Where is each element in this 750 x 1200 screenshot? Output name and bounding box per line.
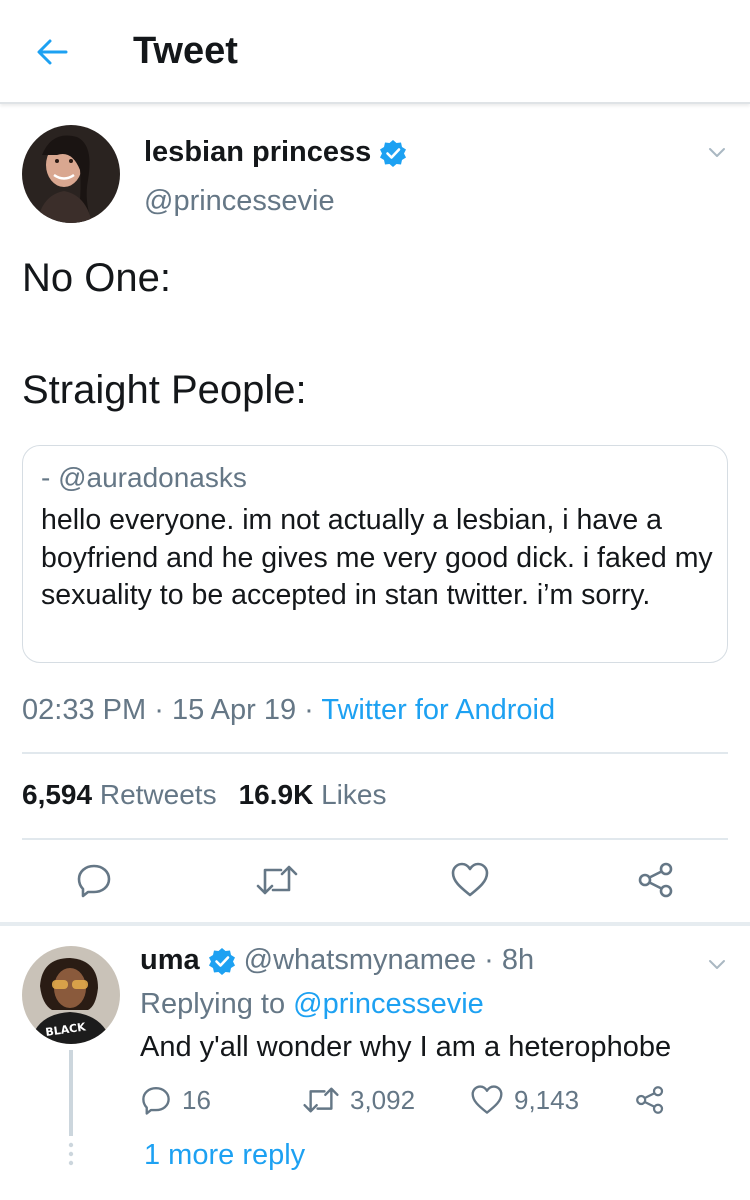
more-replies-link[interactable]: 1 more reply — [144, 1139, 305, 1172]
reply-author-avatar[interactable]: BLACK — [22, 946, 120, 1044]
divider — [22, 752, 728, 754]
likes-count: 16.9K — [238, 779, 314, 810]
reply-retweet-button[interactable]: 3,092 — [302, 1082, 415, 1118]
back-button[interactable] — [30, 32, 74, 72]
arrow-left-icon — [37, 39, 68, 65]
top-bar: Tweet — [0, 0, 750, 104]
verified-badge-icon — [208, 947, 236, 975]
tweet-date: 15 Apr 19 — [171, 694, 297, 726]
reply-reply-button[interactable]: 16 — [140, 1082, 211, 1118]
like-button[interactable] — [448, 858, 492, 902]
tweet-menu-button[interactable] — [702, 140, 732, 164]
tweet-source-link[interactable]: Twitter for Android — [321, 694, 555, 726]
reply-retweet-count: 3,092 — [350, 1084, 416, 1115]
reply-count: 16 — [182, 1084, 211, 1115]
author-avatar[interactable] — [22, 125, 120, 223]
retweets-label: Retweets — [99, 779, 217, 810]
replying-to: Replying to @princessevie — [140, 988, 484, 1021]
like-icon — [471, 1085, 503, 1114]
thread-dots — [66, 1140, 76, 1170]
reply-author-name[interactable]: uma — [140, 944, 200, 977]
reply-author-handle[interactable]: @whatsmynamee — [244, 944, 477, 977]
tweet-text-line-2: Straight People: — [22, 368, 307, 412]
reply-like-count: 9,143 — [514, 1084, 580, 1115]
retweets-count: 6,594 — [22, 779, 93, 810]
chevron-down-icon — [709, 148, 725, 157]
quote-handle: - @auradonasks — [41, 462, 247, 493]
verified-badge-icon — [379, 139, 407, 167]
reply-icon — [142, 1087, 170, 1115]
share-icon — [636, 1086, 664, 1114]
share-icon — [638, 862, 673, 898]
replying-to-mention[interactable]: @princessevie — [293, 988, 484, 1020]
divider — [22, 838, 728, 840]
thread-line — [69, 1050, 73, 1136]
retweet-icon — [303, 1087, 339, 1113]
like-icon — [451, 862, 489, 897]
tweet-text-line-1: No One: — [22, 256, 171, 300]
replying-prefix: Replying to — [140, 988, 286, 1020]
reply-header: uma @whatsmynamee · 8h — [140, 944, 534, 977]
reply-time: 8h — [501, 944, 535, 976]
author-handle[interactable]: @princessevie — [144, 185, 335, 218]
quote-text: hello everyone. im not actually a lesbia… — [41, 504, 713, 611]
page-title: Tweet — [133, 30, 238, 72]
tweet-time: 02:33 PM — [22, 694, 147, 726]
author-name-text: lesbian princess — [144, 136, 372, 168]
tweet-stats: 6,594 Retweets 16.9K Likes — [22, 779, 386, 811]
section-separator — [0, 922, 750, 926]
retweet-button[interactable] — [252, 858, 302, 902]
reply-button[interactable] — [72, 858, 116, 902]
author-display-name[interactable]: lesbian princess — [144, 136, 407, 169]
reply-separator: · — [484, 944, 494, 976]
reply-menu-button[interactable] — [702, 952, 732, 976]
tweet-meta: 02:33 PM · 15 Apr 19 · Twitter for Andro… — [22, 694, 555, 727]
chevron-down-icon — [709, 960, 725, 969]
retweets-stat[interactable]: 6,594 Retweets — [22, 779, 217, 810]
reply-share-button[interactable] — [634, 1082, 666, 1118]
quoted-text-card: - @auradonasks hello everyone. im not ac… — [22, 445, 728, 663]
reply-like-button[interactable]: 9,143 — [470, 1082, 579, 1118]
meta-separator: · — [304, 694, 314, 726]
retweet-icon — [256, 865, 298, 895]
meta-separator: · — [154, 694, 164, 726]
likes-stat[interactable]: 16.9K Likes — [239, 779, 387, 810]
share-button[interactable] — [634, 858, 678, 902]
reply-icon — [77, 864, 111, 898]
reply-text: And y'all wonder why I am a heterophobe — [140, 1031, 672, 1063]
likes-label: Likes — [321, 779, 387, 810]
